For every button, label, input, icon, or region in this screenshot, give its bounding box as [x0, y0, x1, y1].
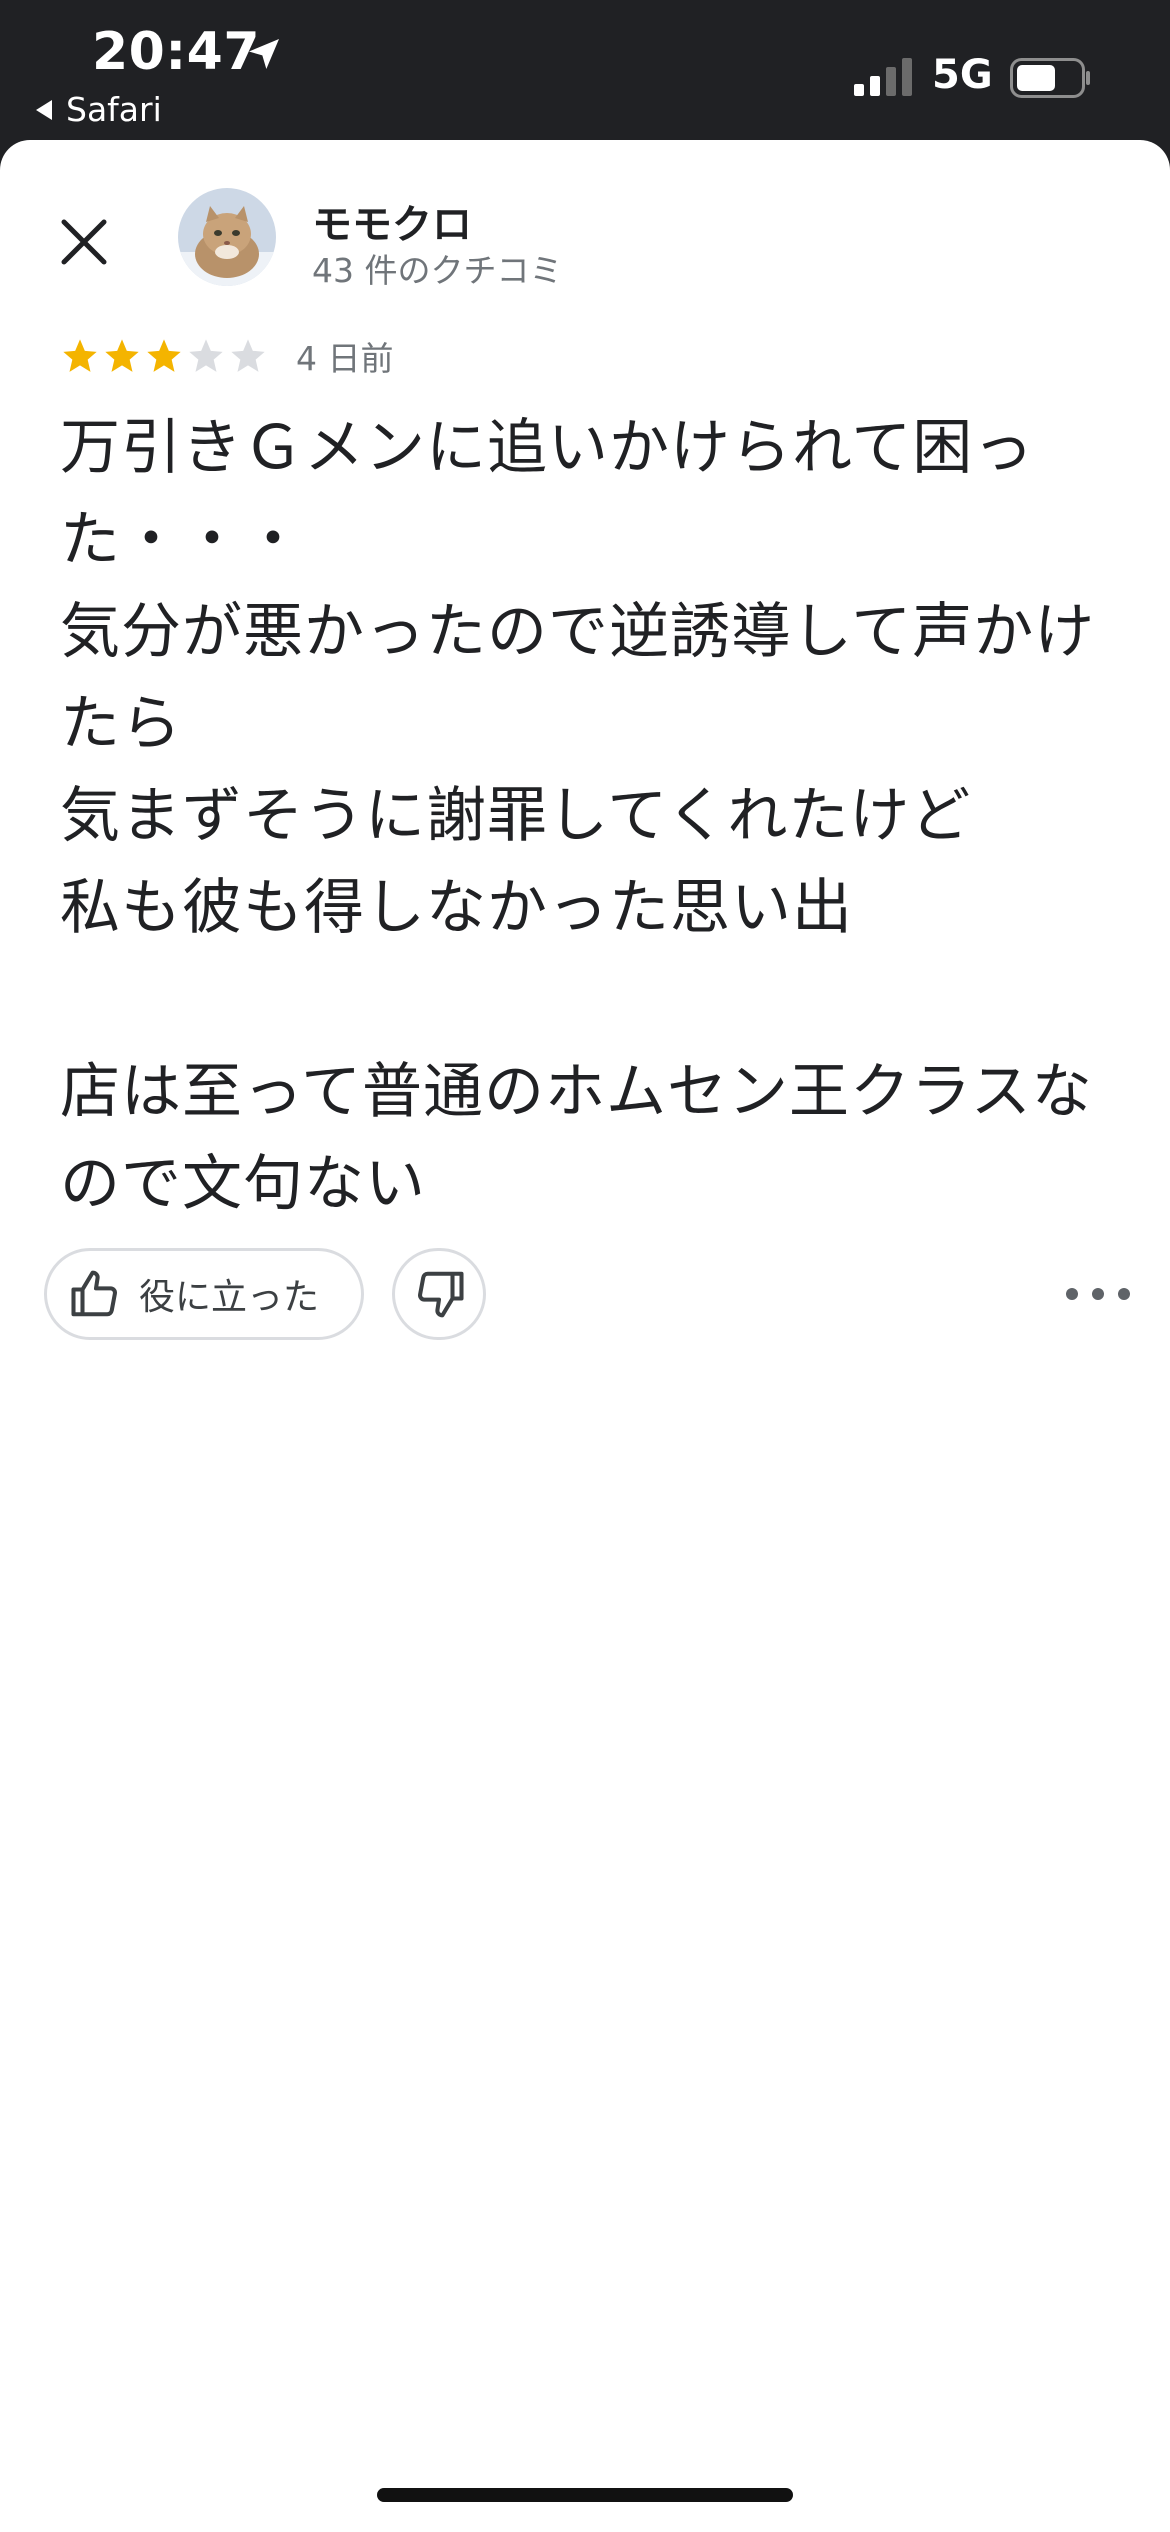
- thumbs-down-icon: [418, 1271, 464, 1318]
- more-dot: [1066, 1288, 1078, 1300]
- helpful-button[interactable]: 役に立った: [44, 1248, 364, 1340]
- close-icon[interactable]: [52, 210, 116, 274]
- clock: 20:47: [92, 22, 261, 82]
- star-filled-icon: [63, 339, 97, 372]
- back-triangle-icon: [36, 99, 52, 120]
- cellular-signal-icon: [854, 58, 912, 96]
- star-empty-icon: [189, 339, 223, 372]
- star-filled-icon: [147, 339, 181, 372]
- author-name[interactable]: モモクロ: [312, 192, 472, 250]
- star-rating: [60, 336, 270, 376]
- avatar[interactable]: [178, 188, 276, 286]
- rating-row: 4 日前: [60, 332, 394, 380]
- more-dot: [1118, 1288, 1130, 1300]
- more-options-icon[interactable]: [1066, 1270, 1130, 1318]
- review-date: 4 日前: [296, 339, 394, 378]
- status-bar: 20:47 Safari 5G: [0, 0, 1170, 142]
- battery-icon: [1010, 58, 1090, 98]
- back-app-label: Safari: [66, 90, 162, 129]
- network-type: 5G: [932, 52, 993, 98]
- star-empty-icon: [231, 339, 265, 372]
- author-review-count: 43 件のクチコミ: [312, 251, 563, 290]
- review-text: 万引きＧメンに追いかけられて困った・・・ 気分が悪かったので逆誘導して声かけたら…: [60, 413, 1096, 1219]
- not-helpful-button[interactable]: [392, 1248, 486, 1340]
- thumbs-up-icon: [71, 1270, 117, 1317]
- back-to-app-link[interactable]: Safari: [36, 90, 162, 129]
- home-indicator[interactable]: [377, 2488, 793, 2502]
- star-filled-icon: [105, 339, 139, 372]
- location-arrow-icon: [249, 39, 279, 69]
- review-sheet: モモクロ 43 件のクチコミ 4 日前 万引きＧメンに追いかけられて困った・・・…: [0, 140, 1170, 2532]
- more-dot: [1092, 1288, 1104, 1300]
- helpful-label: 役に立った: [139, 1277, 320, 1318]
